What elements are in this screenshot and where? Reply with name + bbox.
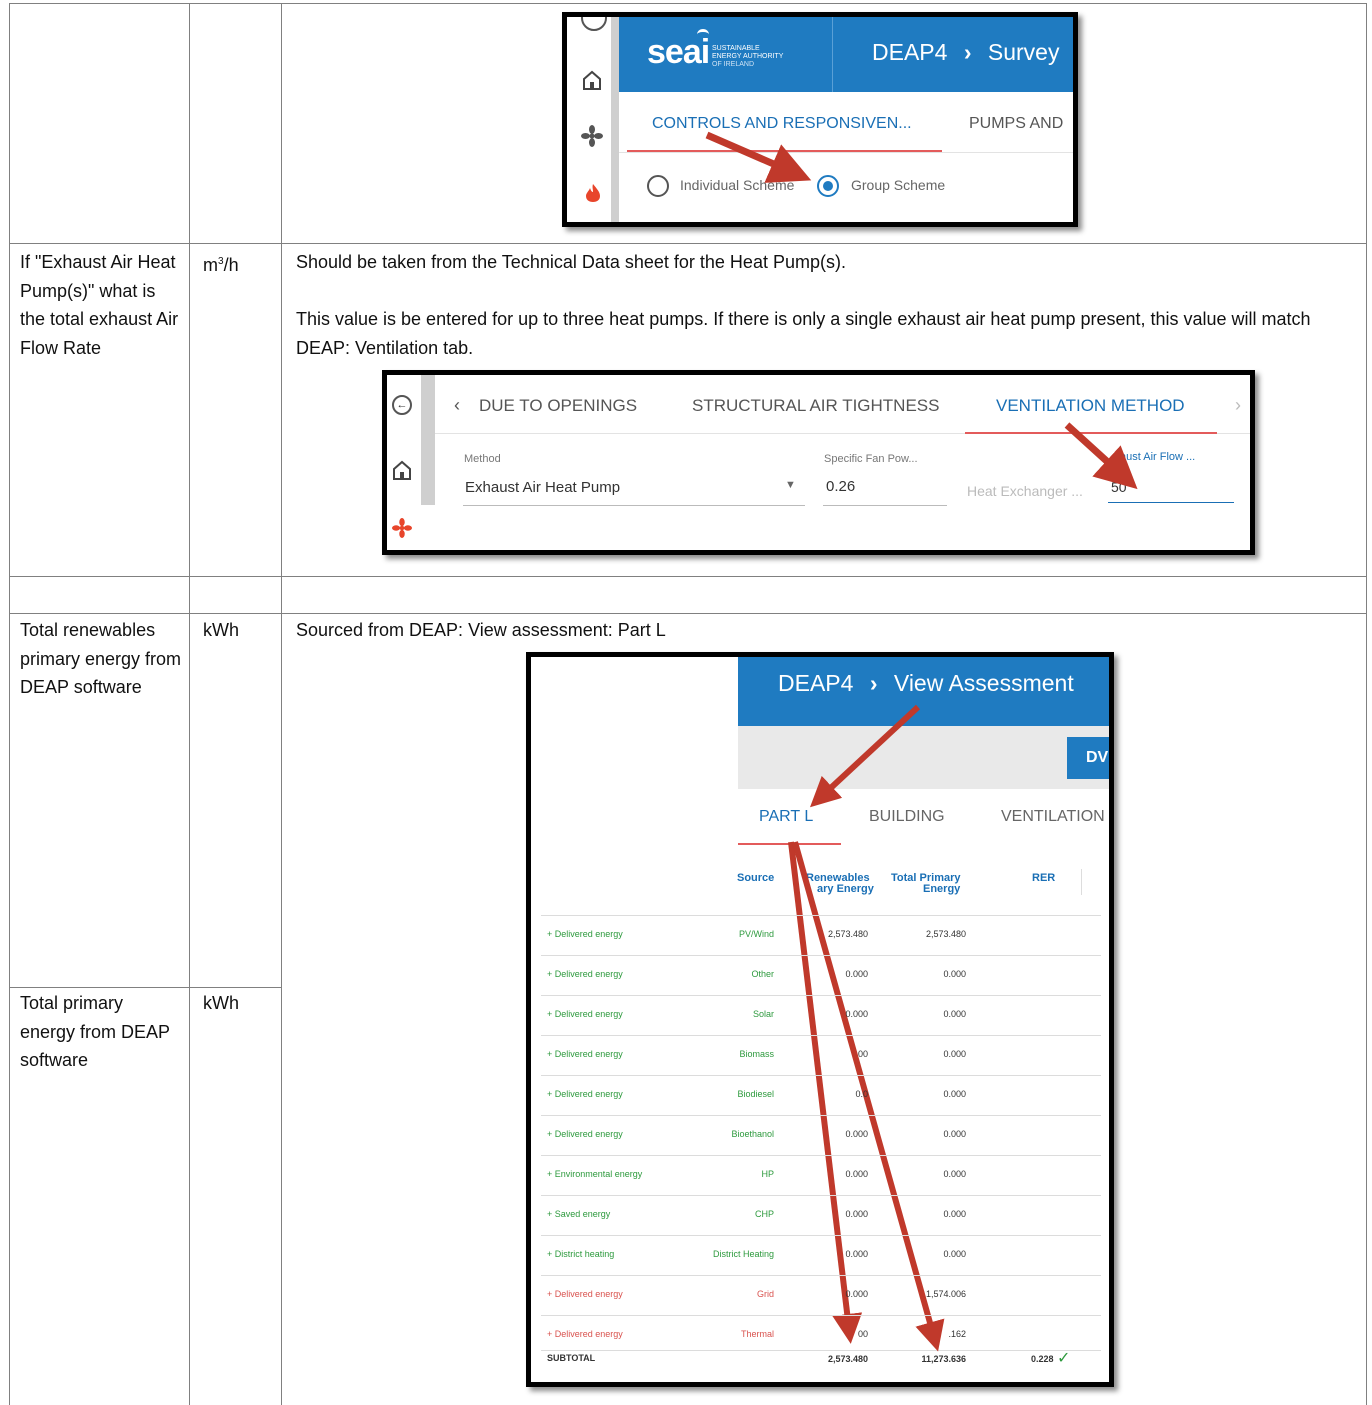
exhaust-air-desc-2: This value is be entered for up to three… bbox=[296, 309, 1311, 358]
table-border-top bbox=[9, 3, 1367, 4]
table-row-renewables: 0.000 bbox=[845, 969, 868, 979]
table-row-label: + Delivered energy bbox=[547, 1089, 623, 1099]
table-row-total-primary: 2,573.480 bbox=[925, 929, 966, 939]
renewables-unit: kWh bbox=[203, 620, 239, 640]
row-separator bbox=[541, 1075, 1101, 1076]
table-row-total-primary: 0.000 bbox=[943, 969, 966, 979]
screenshot-ventilation-method: ← ‹ DUE TO OPENINGS STRUCTURAL AIR TIGHT… bbox=[382, 370, 1255, 555]
row-separator bbox=[541, 1155, 1101, 1156]
table-row-renewables: 0.000 bbox=[845, 1009, 868, 1019]
table-row-total-primary: 0.000 bbox=[943, 1049, 966, 1059]
row-separator bbox=[541, 1115, 1101, 1116]
table-row-renewables: 0.000 bbox=[845, 1289, 868, 1299]
table-row-total-primary: 0.000 bbox=[943, 1089, 966, 1099]
table-row-source: PV/Wind bbox=[738, 929, 774, 939]
table-row-source: Solar bbox=[752, 1009, 774, 1019]
table-row-renewables: 2,573.480 bbox=[827, 929, 868, 939]
unit-rest: /h bbox=[223, 255, 239, 275]
table-row-label: + Delivered energy bbox=[547, 1289, 623, 1299]
table-row-label: + Delivered energy bbox=[547, 1329, 623, 1339]
table-row-renewables: 00 bbox=[857, 1049, 868, 1059]
row-separator bbox=[541, 1315, 1101, 1316]
row-divider bbox=[9, 243, 1367, 244]
table-row-source: HP bbox=[761, 1169, 774, 1179]
table-row-source: CHP bbox=[754, 1209, 774, 1219]
row-separator bbox=[541, 1275, 1101, 1276]
row-separator bbox=[541, 1235, 1101, 1236]
screenshot-view-assessment-part-l: DEAP4 › View Assessment DV PART L BUILDI… bbox=[526, 652, 1114, 1387]
table-row-label: + District heating bbox=[547, 1249, 615, 1259]
exhaust-air-label: If "Exhaust Air Heat Pump(s)" what is th… bbox=[20, 252, 179, 358]
table-row-renewables: 0.000 bbox=[845, 1169, 868, 1179]
table-row-source: Thermal bbox=[740, 1329, 774, 1339]
primary-energy-unit: kWh bbox=[203, 993, 239, 1013]
table-border-col1 bbox=[189, 3, 190, 1405]
table-row-label: + Delivered energy bbox=[547, 1049, 623, 1059]
table-row-label: + Delivered energy bbox=[547, 1129, 623, 1139]
screenshot-controls-responsiveness: seai SUSTAINABLE ENERGY AUTHORITY OF IRE… bbox=[562, 12, 1078, 227]
table-row-source: Other bbox=[751, 969, 774, 979]
table-row-source: Biomass bbox=[739, 1049, 774, 1059]
row-separator bbox=[541, 995, 1101, 996]
annotation-arrow bbox=[705, 131, 812, 183]
row-separator bbox=[541, 1195, 1101, 1196]
table-border-right bbox=[1366, 3, 1367, 1405]
renewables-label: Total renewables primary energy from DEA… bbox=[20, 620, 182, 697]
table-row-total-primary: 0.000 bbox=[943, 1209, 966, 1219]
exhaust-air-unit: m3/h bbox=[203, 248, 239, 280]
table-row-label: + Environmental energy bbox=[547, 1169, 643, 1179]
renewables-desc: Sourced from DEAP: View assessment: Part… bbox=[296, 620, 666, 640]
unit-base: m bbox=[203, 255, 218, 275]
table-row-source: Biodiesel bbox=[737, 1089, 774, 1099]
table-row-total-primary: .162 bbox=[948, 1329, 966, 1339]
table-border-col2 bbox=[281, 3, 282, 1405]
table-row-label: + Delivered energy bbox=[547, 929, 623, 939]
table-row-source: District Heating bbox=[712, 1249, 774, 1259]
primary-energy-label: Total primary energy from DEAP software bbox=[20, 993, 170, 1070]
table-row-source: Grid bbox=[756, 1289, 774, 1299]
table-row-total-primary: 0.000 bbox=[943, 1129, 966, 1139]
table-row-label: + Delivered energy bbox=[547, 969, 623, 979]
annotation-arrow bbox=[1064, 422, 1138, 490]
table-row-total-primary: 0.000 bbox=[943, 1169, 966, 1179]
table-border-left bbox=[9, 3, 10, 1405]
table-row-renewables: 0.0 bbox=[855, 1089, 868, 1099]
table-row-total-primary: 0.000 bbox=[943, 1009, 966, 1019]
table-row-total-primary: 1,574.006 bbox=[925, 1289, 966, 1299]
table-row-label: + Saved energy bbox=[547, 1209, 611, 1219]
row-divider bbox=[9, 613, 1367, 614]
row-separator bbox=[541, 955, 1101, 956]
table-row-source: Bioethanol bbox=[731, 1129, 774, 1139]
table-row-label: + Delivered energy bbox=[547, 1009, 623, 1019]
row-divider bbox=[9, 987, 282, 988]
table-row-renewables: 00 bbox=[857, 1329, 868, 1339]
table-row-renewables: 0.000 bbox=[845, 1129, 868, 1139]
row-divider bbox=[9, 576, 1367, 577]
table-row-renewables: 0.000 bbox=[845, 1209, 868, 1219]
table-row-renewables: 0.000 bbox=[845, 1249, 868, 1259]
row-separator bbox=[541, 1035, 1101, 1036]
annotation-arrows bbox=[788, 704, 945, 1352]
exhaust-air-desc-1: Should be taken from the Technical Data … bbox=[296, 252, 846, 272]
row-separator bbox=[541, 915, 1101, 916]
table-row-total-primary: 0.000 bbox=[943, 1249, 966, 1259]
